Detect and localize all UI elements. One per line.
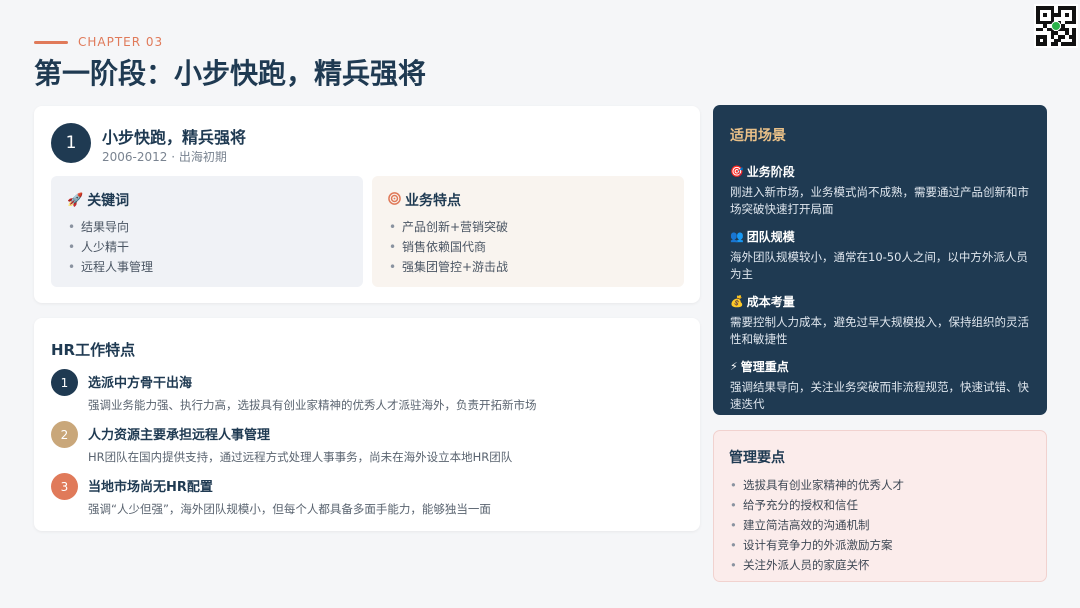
page-title: 第一阶段：小步快跑，精兵强将 [34, 57, 427, 90]
scenario-desc: 海外团队规模较小，通常在10-50人之间，以中方外派人员为主 [730, 250, 1028, 281]
list-item: 人少精干 [67, 237, 347, 257]
chapter-label: CHAPTER 03 [78, 35, 164, 49]
scenario-title: 管理重点 [740, 360, 789, 374]
management-card: 管理要点 选拔具有创业家精神的优秀人才 给予充分的授权和信任 建立简洁高效的沟通… [713, 430, 1047, 582]
wechat-logo-icon [1051, 21, 1061, 31]
scenario-desc: 强调结果导向，关注业务突破而非流程规范，快速试错、快速迭代 [730, 380, 1029, 411]
management-list: 选拔具有创业家精神的优秀人才 给予充分的授权和信任 建立简洁高效的沟通机制 设计… [729, 475, 1031, 575]
hr-item-number: 1 [51, 369, 78, 396]
list-item: 强集团管控+游击战 [388, 257, 668, 277]
stage-title: 小步快跑，精兵强将 [102, 128, 247, 147]
lightning-icon: ⚡ [730, 360, 738, 373]
list-item: 选拔具有创业家精神的优秀人才 [729, 475, 1031, 495]
hr-item-desc: 强调“人少但强”，海外团队规模小，但每个人都具备多面手能力，能够独当一面 [88, 502, 491, 516]
list-item: 设计有竞争力的外派激励方案 [729, 535, 1031, 555]
hr-item-title: 当地市场尚无HR配置 [88, 480, 213, 495]
qr-code [1034, 4, 1078, 48]
keywords-title: 关键词 [87, 193, 130, 209]
team-icon: 👥 [730, 230, 744, 243]
keywords-list: 结果导向 人少精干 远程人事管理 [67, 217, 347, 277]
scenario-desc: 刚进入新市场，业务模式尚不成熟，需要通过产品创新和市场突破快速打开局面 [730, 185, 1029, 216]
list-item: 销售依赖国代商 [388, 237, 668, 257]
scenario-item: 👥 团队规模 海外团队规模较小，通常在10-50人之间，以中方外派人员为主 [730, 228, 1030, 283]
hr-item: 1 选派中方骨干出海 强调业务能力强、执行力高，选拔具有创业家精神的优秀人才派驻… [51, 369, 671, 417]
list-item: 产品创新+营销突破 [388, 217, 668, 237]
rocket-icon: 🚀 [67, 192, 84, 208]
hr-item-desc: HR团队在国内提供支持，通过远程方式处理人事事务，尚未在海外设立本地HR团队 [88, 450, 513, 464]
keywords-header: 🚀 关键词 [67, 190, 347, 210]
hr-title: HR工作特点 [51, 341, 136, 359]
business-title: 业务特点 [405, 193, 461, 209]
scenarios-card: 适用场景 🎯 业务阶段 刚进入新市场，业务模式尚不成熟，需要通过产品创新和市场突破… [713, 105, 1047, 415]
scenarios-title: 适用场景 [730, 128, 786, 144]
hr-card: HR工作特点 1 选派中方骨干出海 强调业务能力强、执行力高，选拔具有创业家精神… [34, 318, 700, 531]
scenario-title: 业务阶段 [746, 165, 795, 179]
stage-subtitle: 2006-2012 · 出海初期 [102, 150, 227, 164]
business-header: 业务特点 [388, 190, 668, 210]
management-title: 管理要点 [729, 450, 785, 466]
money-bag-icon: 💰 [730, 295, 744, 308]
hr-item: 2 人力资源主要承担远程人事管理 HR团队在国内提供支持，通过远程方式处理人事事… [51, 421, 671, 469]
hr-item-number: 3 [51, 473, 78, 500]
list-item: 远程人事管理 [67, 257, 347, 277]
scenario-item: 🎯 业务阶段 刚进入新市场，业务模式尚不成熟，需要通过产品创新和市场突破快速打开局… [730, 163, 1030, 218]
stage-card: 1 小步快跑，精兵强将 2006-2012 · 出海初期 🚀 关键词 结果导向 … [34, 106, 700, 303]
target-icon [388, 191, 401, 209]
hr-item-title: 选派中方骨干出海 [88, 376, 193, 391]
hr-item-title: 人力资源主要承担远程人事管理 [88, 428, 271, 443]
hr-item: 3 当地市场尚无HR配置 强调“人少但强”，海外团队规模小，但每个人都具备多面手… [51, 473, 671, 521]
dart-icon: 🎯 [730, 165, 744, 178]
scenario-item: 💰 成本考量 需要控制人力成本，避免过早大规模投入，保持组织的灵活性和敏捷性 [730, 293, 1030, 348]
scenario-title: 成本考量 [746, 295, 795, 309]
hr-item-number: 2 [51, 421, 78, 448]
stage-number-badge: 1 [51, 123, 91, 163]
list-item: 建立简洁高效的沟通机制 [729, 515, 1031, 535]
chapter-accent-line [34, 41, 68, 44]
keywords-box: 🚀 关键词 结果导向 人少精干 远程人事管理 [51, 176, 363, 287]
list-item: 给予充分的授权和信任 [729, 495, 1031, 515]
hr-item-desc: 强调业务能力强、执行力高，选拔具有创业家精神的优秀人才派驻海外，负责开拓新市场 [88, 398, 537, 412]
business-list: 产品创新+营销突破 销售依赖国代商 强集团管控+游击战 [388, 217, 668, 277]
list-item: 结果导向 [67, 217, 347, 237]
list-item: 关注外派人员的家庭关怀 [729, 555, 1031, 575]
scenario-item: ⚡ 管理重点 强调结果导向，关注业务突破而非流程规范，快速试错、快速迭代 [730, 358, 1030, 413]
business-box: 业务特点 产品创新+营销突破 销售依赖国代商 强集团管控+游击战 [372, 176, 684, 287]
scenario-title: 团队规模 [746, 230, 795, 244]
scenario-desc: 需要控制人力成本，避免过早大规模投入，保持组织的灵活性和敏捷性 [730, 315, 1029, 346]
